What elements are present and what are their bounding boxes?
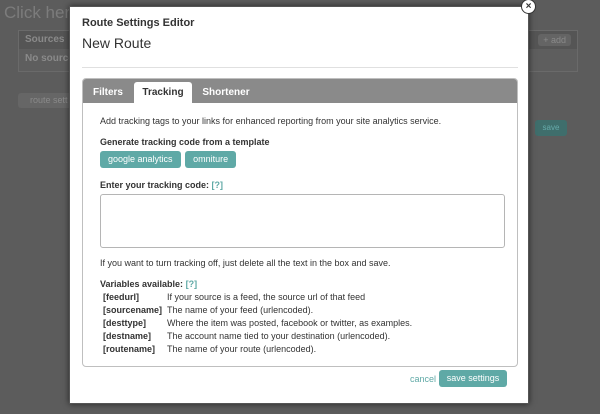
route-settings-modal: Route Settings Editor New Route × Filter… [69,0,536,404]
google-analytics-button[interactable]: google analytics [100,151,181,168]
tracking-code-label-text: Enter your tracking code: [100,180,210,190]
settings-panel: Filters Tracking Shortener Add tracking … [82,78,518,367]
tab-tracking[interactable]: Tracking [134,82,192,103]
tab-filters[interactable]: Filters [83,82,133,103]
tracking-code-input[interactable] [100,194,505,248]
variable-description: Where the item was posted, facebook or t… [167,318,413,328]
cancel-link[interactable]: cancel [410,374,436,384]
variable-description: If your source is a feed, the source url… [167,292,366,302]
background-save-button: save [535,120,567,136]
variable-key: [feedurl] [103,292,139,302]
variable-description: The account name tied to your destinatio… [167,331,391,341]
variable-key: [sourcename] [103,305,163,315]
modal-title: Route Settings Editor [82,17,195,29]
modal-header: Route Settings Editor New Route [70,7,528,67]
variables-help-link[interactable]: [?] [186,279,198,289]
variable-row: [sourcename] The name of your feed (urle… [100,305,414,318]
save-settings-button[interactable]: save settings [439,370,507,387]
tab-shortener[interactable]: Shortener [195,82,257,103]
variable-key: [destname] [103,331,152,341]
variable-key: [routename] [103,344,156,354]
variable-row: [routename] The name of your route (urle… [100,344,414,357]
variable-description: The name of your feed (urlencoded). [167,305,314,315]
template-label: Generate tracking code from a template [100,137,270,147]
variables-label: Variables available: [?] [100,279,500,289]
variable-row: [desttype] Where the item was posted, fa… [100,318,414,331]
header-divider [82,67,518,68]
tracking-intro: Add tracking tags to your links for enha… [100,116,442,126]
variables-table: [feedurl] If your source is a feed, the … [100,292,414,357]
tracking-tab-content: Add tracking tags to your links for enha… [83,103,517,368]
tracking-code-label: Enter your tracking code: [?] [100,180,500,190]
variable-row: [feedurl] If your source is a feed, the … [100,292,414,305]
background-route-settings-button: route sett [18,93,74,108]
variable-description: The name of your route (urlencoded). [167,344,317,354]
tracking-code-help-link[interactable]: [?] [212,180,224,190]
variable-row: [destname] The account name tied to your… [100,331,414,344]
variable-key: [desttype] [103,318,147,328]
tab-bar: Filters Tracking Shortener [83,79,517,103]
tracking-off-note: If you want to turn tracking off, just d… [100,258,391,268]
background-add-button: + add [538,34,571,46]
route-name: New Route [82,35,152,51]
template-buttons: google analytics omniture [100,151,500,168]
omniture-button[interactable]: omniture [185,151,237,168]
variables-label-text: Variables available: [100,279,184,289]
